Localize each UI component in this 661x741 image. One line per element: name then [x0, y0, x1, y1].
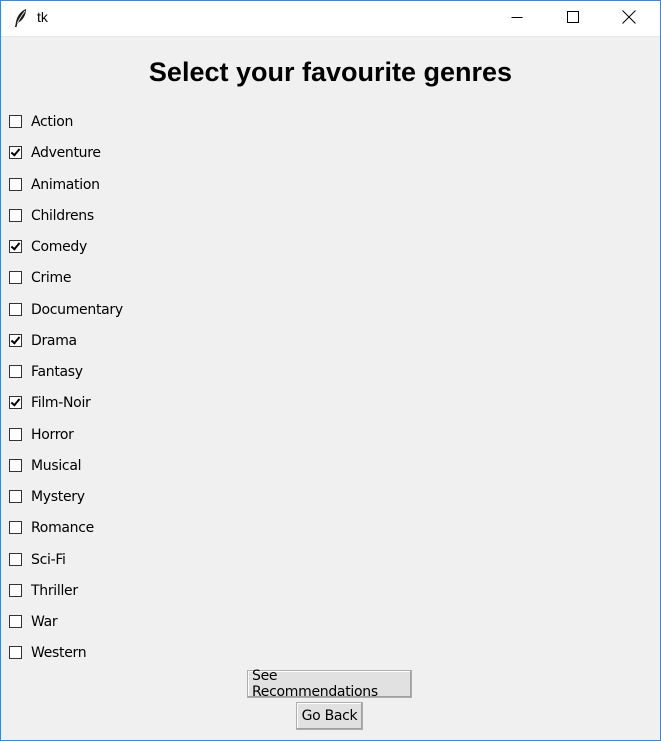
app-window: tk Select your favourite genres Action Ad… — [0, 0, 661, 741]
genre-label: War — [31, 613, 58, 630]
maximize-icon — [567, 11, 579, 23]
see-recommendations-button[interactable]: See Recommendations — [247, 668, 412, 700]
genre-label: Comedy — [31, 238, 87, 255]
genre-checkbox-thriller[interactable]: Thriller — [9, 575, 78, 606]
page-title: Select your favourite genres — [148, 57, 513, 87]
feather-icon — [15, 9, 26, 27]
genre-label: Crime — [31, 269, 72, 286]
genre-checkbox-childrens[interactable]: Childrens — [9, 200, 94, 231]
go-back-button[interactable]: Go Back — [296, 702, 363, 730]
genre-label: Mystery — [31, 488, 85, 505]
checkbox-checked[interactable] — [9, 396, 22, 409]
genre-checkbox-comedy[interactable]: Comedy — [9, 231, 87, 262]
title-bar[interactable]: tk — [1, 1, 660, 37]
checkbox-unchecked[interactable] — [9, 490, 22, 503]
maximize-button[interactable] — [545, 1, 601, 33]
close-icon — [622, 10, 636, 24]
checkbox-unchecked[interactable] — [9, 303, 22, 316]
genre-checkbox-documentary[interactable]: Documentary — [9, 294, 123, 325]
genre-label: Drama — [31, 332, 77, 349]
checkbox-unchecked[interactable] — [9, 115, 22, 128]
genre-checkbox-western[interactable]: Western — [9, 637, 87, 668]
genre-label: Documentary — [31, 301, 123, 318]
checkbox-unchecked[interactable] — [9, 459, 22, 472]
genre-checkbox-adventure[interactable]: Adventure — [9, 137, 101, 168]
genre-checkbox-film-noir[interactable]: Film-Noir — [9, 387, 91, 418]
checkbox-unchecked[interactable] — [9, 646, 22, 659]
checkbox-unchecked[interactable] — [9, 553, 22, 566]
window-title: tk — [37, 9, 48, 25]
genre-checkbox-musical[interactable]: Musical — [9, 450, 82, 481]
checkbox-checked[interactable] — [9, 146, 22, 159]
genre-checkbox-animation[interactable]: Animation — [9, 169, 100, 200]
genre-checkbox-sci-fi[interactable]: Sci-Fi — [9, 544, 66, 575]
genre-label: Musical — [31, 457, 82, 474]
genre-label: Animation — [31, 176, 100, 193]
checkbox-unchecked[interactable] — [9, 521, 22, 534]
checkbox-checked[interactable] — [9, 334, 22, 347]
checkbox-unchecked[interactable] — [9, 209, 22, 222]
genre-label: Adventure — [31, 144, 101, 161]
checkbox-unchecked[interactable] — [9, 178, 22, 191]
genre-checkbox-fantasy[interactable]: Fantasy — [9, 356, 83, 387]
genre-label: Action — [31, 113, 74, 130]
checkbox-unchecked[interactable] — [9, 365, 22, 378]
checkbox-checked[interactable] — [9, 240, 22, 253]
checkbox-unchecked[interactable] — [9, 615, 22, 628]
close-button[interactable] — [601, 1, 657, 33]
minimize-icon — [511, 17, 523, 18]
minimize-button[interactable] — [489, 1, 545, 33]
genre-checkbox-mystery[interactable]: Mystery — [9, 481, 85, 512]
genre-label: Fantasy — [31, 363, 83, 380]
checkbox-unchecked[interactable] — [9, 428, 22, 441]
genre-label: Horror — [31, 426, 74, 443]
genre-label: Romance — [31, 519, 94, 536]
checkbox-unchecked[interactable] — [9, 271, 22, 284]
genre-checkbox-action[interactable]: Action — [9, 106, 73, 137]
checkbox-unchecked[interactable] — [9, 584, 22, 597]
genre-checkbox-drama[interactable]: Drama — [9, 325, 77, 356]
genre-checkbox-crime[interactable]: Crime — [9, 262, 71, 293]
genre-label: Film-Noir — [31, 394, 91, 411]
genre-label: Sci-Fi — [31, 551, 66, 568]
genre-checkbox-horror[interactable]: Horror — [9, 419, 74, 450]
genre-label: Childrens — [31, 207, 94, 224]
genre-label: Western — [31, 644, 87, 661]
genre-checkbox-romance[interactable]: Romance — [9, 512, 94, 543]
genre-checkbox-war[interactable]: War — [9, 606, 58, 637]
genre-label: Thriller — [31, 582, 78, 599]
